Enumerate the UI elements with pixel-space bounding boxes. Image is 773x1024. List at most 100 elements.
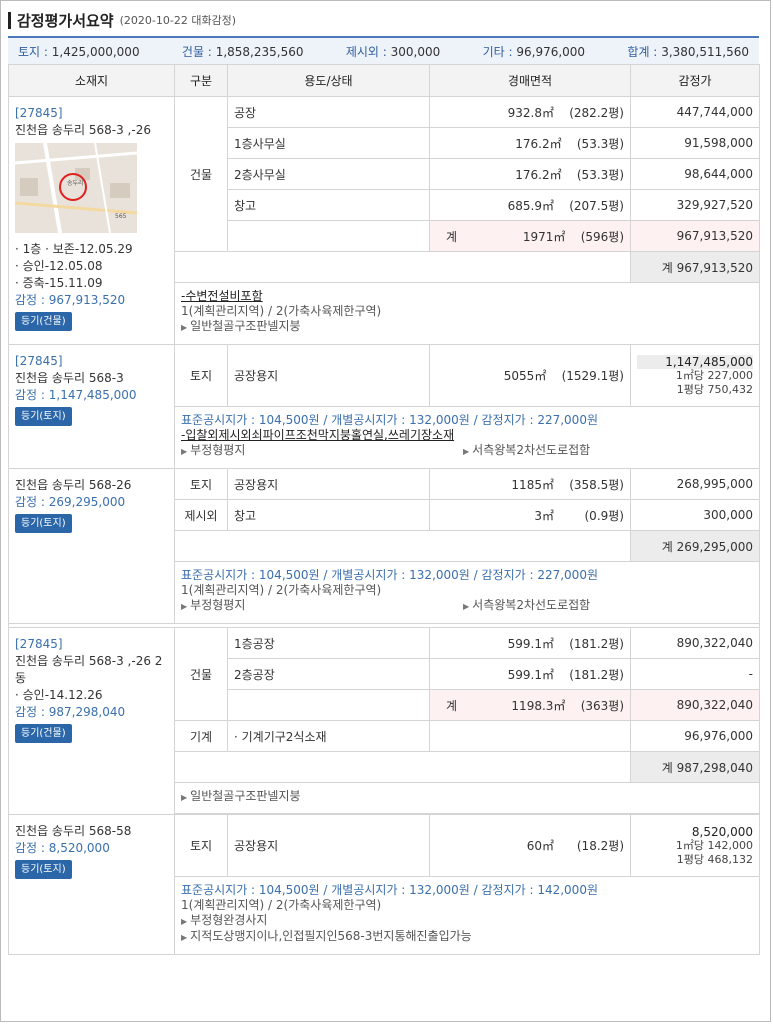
triangle-icon: ▶ — [181, 447, 188, 456]
area-cell: 176.2㎡ (53.3평) — [429, 158, 631, 190]
note-line: 1(계획관리지역) / 2(가축사육제한구역) — [181, 898, 382, 912]
title-bar — [8, 11, 11, 29]
price-cell: 96,976,000 — [630, 720, 760, 752]
use-cell: 창고 — [227, 189, 430, 221]
note-line: ▶ 지적도상맹지이나,인접필지인568-3번지통해진출입가능 — [181, 929, 472, 943]
registry-land-button[interactable]: 등기(토지) — [15, 514, 72, 533]
page-title: 감정평가서요약 — [17, 11, 114, 30]
summary-land: 토지 : 1,425,000,000 — [18, 44, 140, 59]
registry-building-button[interactable]: 등기(건물) — [15, 724, 72, 743]
triangle-icon: ▶ — [181, 323, 188, 332]
col-kind: 구분 — [174, 64, 228, 97]
meta-approved: · 승인-12.05.08 — [15, 259, 103, 273]
meta-floor: · 1층 · 보존-12.05.29 — [15, 242, 133, 256]
use-cell: · 기계기구2식소재 — [227, 720, 430, 752]
price-cell: 329,927,520 — [630, 189, 760, 221]
use-cell: 창고 — [227, 499, 430, 531]
area-cell: 60㎡ (18.2평) — [429, 814, 631, 877]
use-cell: 2층공장 — [227, 658, 430, 690]
appraisal-value: 감정 : 987,298,040 — [15, 705, 126, 719]
appraisal-value: 감정 : 1,147,485,000 — [15, 388, 137, 402]
notes-cell: 표준공시지가 : 104,500원 / 개별공시지가 : 132,000원 / … — [174, 406, 760, 469]
use-cell: 공장용지 — [227, 344, 430, 407]
zip-code: [27845] — [15, 354, 63, 368]
table-row: [27845] 진천읍 송두리 568-3 ,-26 송두리 565 · 1층 … — [8, 96, 760, 345]
address: 진천읍 송두리 568-3 ,-26 2동 — [15, 654, 163, 685]
price-cell: 447,744,000 — [630, 96, 760, 128]
kind-extra: 제시외 — [174, 499, 228, 531]
price-cell: - — [630, 658, 760, 690]
note-line: ▶ 일반철골구조판넬지붕 — [181, 789, 301, 803]
col-location: 소재지 — [8, 64, 175, 97]
triangle-icon: ▶ — [181, 933, 188, 942]
location-cell: [27845] 진천읍 송두리 568-3 ,-26 송두리 565 · 1층 … — [8, 96, 175, 345]
price-cell: 91,598,000 — [630, 127, 760, 159]
price-cell: 1,147,485,000 1㎡당 227,000 1평당 750,432 — [630, 344, 760, 407]
appraisal-value: 감정 : 269,295,000 — [15, 495, 126, 509]
kind-land: 토지 — [174, 344, 228, 407]
use-cell: 공장 — [227, 96, 430, 128]
note-line: ▶ 부정형완경사지 — [181, 913, 268, 927]
note-line: -입찰외제시외쇠파이프조천막지붕홀연실,쓰레기장소재 — [181, 428, 455, 442]
registry-building-button[interactable]: 등기(건물) — [15, 312, 72, 331]
kind-building: 건물 — [174, 96, 228, 252]
location-cell: 진천읍 송두리 568-26 감정 : 269,295,000 등기(토지) — [8, 468, 175, 624]
area-cell: 3㎡ (0.9평) — [429, 499, 631, 531]
notes-cell: 표준공시지가 : 104,500원 / 개별공시지가 : 132,000원 / … — [174, 561, 760, 624]
summary-total: 합계 : 3,380,511,560 — [627, 44, 749, 59]
appraisal-value: 감정 : 8,520,000 — [15, 841, 110, 855]
triangle-icon: ▶ — [463, 602, 470, 611]
area-cell: 1185㎡ (358.5평) — [429, 468, 631, 500]
meta-approved: · 승인-14.12.26 — [15, 688, 103, 702]
note-line: -수변전설비포함 — [181, 289, 263, 303]
note-line: 1(계획관리지역) / 2(가축사육제한구역) — [181, 583, 382, 597]
price-cell: 268,995,000 — [630, 468, 760, 500]
page-subtitle: (2020-10-22 대화감정) — [119, 14, 237, 27]
meta-extension: · 증축-15.11.09 — [15, 276, 103, 290]
use-cell: 공장용지 — [227, 468, 430, 500]
table-row: 진천읍 송두리 568-26 감정 : 269,295,000 등기(토지) 토… — [8, 468, 760, 624]
location-cell: [27845] 진천읍 송두리 568-3 감정 : 1,147,485,000… — [8, 344, 175, 469]
location-cell: [27845] 진천읍 송두리 568-3 ,-26 2동 · 승인-14.12… — [8, 627, 175, 815]
map-label-village: 송두리 — [67, 179, 84, 187]
col-area: 경매면적 — [429, 64, 631, 97]
triangle-icon: ▶ — [181, 602, 188, 611]
kind-land: 토지 — [174, 814, 228, 877]
zip-code: [27845] — [15, 106, 63, 120]
registry-land-button[interactable]: 등기(토지) — [15, 860, 72, 879]
subtotal-price: 967,913,520 — [630, 220, 760, 252]
area-cell: 5055㎡ (1529.1평) — [429, 344, 631, 407]
use-cell: 1층공장 — [227, 627, 430, 659]
table-row: [27845] 진천읍 송두리 568-3 ,-26 2동 · 승인-14.12… — [8, 627, 760, 815]
note-line: ▶ 부정형평지 ▶ 서측왕복2차선도로접함 — [181, 443, 591, 457]
note-line: ▶ 일반철골구조판넬지붕 — [181, 319, 301, 333]
table-row: 진천읍 송두리 568-58 감정 : 8,520,000 등기(토지) 토지 … — [8, 814, 760, 955]
note-line: ▶ 부정형평지 ▶ 서측왕복2차선도로접함 — [181, 598, 591, 612]
col-use: 용도/상태 — [227, 64, 430, 97]
note-line: 표준공시지가 : 104,500원 / 개별공시지가 : 132,000원 / … — [181, 883, 598, 897]
registry-land-button[interactable]: 등기(토지) — [15, 407, 72, 426]
table-row: [27845] 진천읍 송두리 568-3 감정 : 1,147,485,000… — [8, 344, 760, 469]
location-map[interactable]: 송두리 565 — [15, 143, 137, 233]
address: 진천읍 송두리 568-26 — [15, 478, 132, 492]
price-cell: 98,644,000 — [630, 158, 760, 190]
appraisal-value: 감정 : 967,913,520 — [15, 293, 126, 307]
kind-land: 토지 — [174, 468, 228, 500]
triangle-icon: ▶ — [181, 917, 188, 926]
total-price: 계 987,298,040 — [630, 751, 760, 783]
subtotal-area: 계 1971㎡ (596평) — [429, 220, 631, 252]
triangle-icon: ▶ — [463, 447, 470, 456]
kind-building: 건물 — [174, 627, 228, 721]
total-price: 계 967,913,520 — [630, 251, 760, 283]
note-line: 1(계획관리지역) / 2(가축사육제한구역) — [181, 304, 382, 318]
notes-cell: 표준공시지가 : 104,500원 / 개별공시지가 : 132,000원 / … — [174, 876, 760, 955]
area-cell: 599.1㎡ (181.2평) — [429, 658, 631, 690]
area-cell: 176.2㎡ (53.3평) — [429, 127, 631, 159]
subtotal-area: 계 1198.3㎡ (363평) — [429, 689, 631, 721]
price-cell: 8,520,000 1㎡당 142,000 1평당 468,132 — [630, 814, 760, 877]
summary-bar: 토지 : 1,425,000,000 건물 : 1,858,235,560 제시… — [8, 36, 759, 64]
triangle-icon: ▶ — [181, 793, 188, 802]
col-price: 감정가 — [630, 64, 760, 97]
total-price: 계 269,295,000 — [630, 530, 760, 562]
use-cell: 2층사무실 — [227, 158, 430, 190]
